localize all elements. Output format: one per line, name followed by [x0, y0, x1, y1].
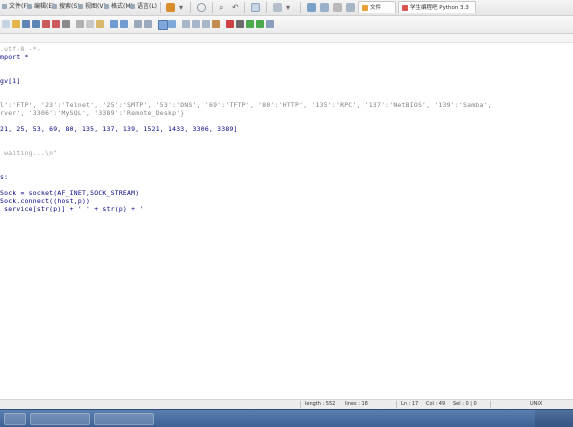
status-bar: length : 552 lines : 18 Ln : 17 Col : 49… [0, 399, 573, 409]
code-line: rver', '3306':'MySQL', '3389':'Remote_De… [0, 109, 185, 117]
code-line: s: [0, 173, 9, 181]
menu-file[interactable]: 文件(F) [2, 3, 29, 11]
editor-ruler [0, 34, 573, 43]
status-selection: Sel : 0 | 0 [453, 401, 477, 407]
print-icon[interactable] [62, 20, 70, 28]
tab-file[interactable]: 文件 [358, 1, 396, 13]
code-line: waiting...\n" [0, 149, 58, 157]
taskbar [0, 409, 573, 427]
undo-icon[interactable] [110, 20, 118, 28]
edit-icon [27, 4, 32, 9]
window-icon[interactable] [251, 3, 260, 12]
code-line: service[str(p)] + ' ' + str(p) + ' [0, 205, 144, 213]
nav-icon[interactable] [346, 3, 355, 12]
save-icon[interactable] [22, 20, 30, 28]
find-icon[interactable] [134, 20, 142, 28]
toolbar [0, 16, 573, 34]
menu-edit[interactable]: 编辑(E) [27, 3, 54, 11]
close-all-icon[interactable] [52, 20, 60, 28]
status-encoding: UNIX [530, 401, 543, 407]
undo-icon[interactable]: ↶ [232, 3, 239, 12]
format-icon [104, 4, 109, 9]
search-icon [52, 4, 57, 9]
file-icon [2, 4, 7, 9]
menu-separator [160, 2, 161, 13]
copy-icon[interactable] [86, 20, 94, 28]
status-divider [300, 401, 301, 408]
redo-icon[interactable] [120, 20, 128, 28]
settings-icon[interactable] [333, 3, 342, 12]
new-file-icon[interactable] [2, 20, 10, 28]
paste-icon[interactable] [96, 20, 104, 28]
add-icon[interactable] [307, 3, 316, 12]
code-line: Sock.connect((host,p)) [0, 197, 91, 205]
code-editor[interactable]: .utf-8 -*- mport * gv[1] l':'FTP', '23':'Te… [0, 34, 573, 399]
sync-scroll-icon[interactable] [182, 20, 190, 28]
code-line: mport * [0, 53, 29, 61]
code-line: .utf-8 -*- [0, 45, 41, 53]
folder-icon [362, 5, 368, 11]
close-icon[interactable] [42, 20, 50, 28]
open-folder-icon[interactable] [12, 20, 20, 28]
tab-python-course[interactable]: 学生编程吧 Python 3.3 [398, 1, 476, 13]
menu-separator [212, 2, 213, 13]
menu-separator [190, 2, 191, 13]
code-line: Sock = socket(AF_INET,SOCK_STREAM) [0, 189, 140, 197]
search-zoom-icon[interactable]: ⌕ [219, 3, 223, 12]
status-length: length : 552 [305, 401, 336, 407]
record-macro-icon[interactable] [226, 20, 234, 28]
wrap-icon[interactable] [192, 20, 200, 28]
menu-search[interactable]: 搜索(S) [52, 3, 80, 11]
code-line: l':'FTP', '23':'Telnet', '25':'SMTP', '5… [0, 101, 492, 109]
status-column: Col : 49 [426, 401, 446, 407]
tool-icon[interactable] [273, 3, 282, 12]
status-divider [490, 401, 491, 408]
menu-format[interactable]: 格式(M) [104, 3, 133, 11]
run-icon[interactable] [246, 20, 254, 28]
zoom-in-icon[interactable] [158, 20, 168, 30]
start-button[interactable] [4, 413, 26, 425]
system-tray[interactable] [535, 410, 573, 427]
save-all-icon[interactable] [32, 20, 40, 28]
menu-view[interactable]: 视图(V) [78, 3, 106, 11]
cut-icon[interactable] [76, 20, 84, 28]
menu-separator [266, 2, 267, 13]
notepad-window: 文件(F) 编辑(E) 搜索(S) 视图(V) 格式(M) 语言(L) ▾ ⌕ … [0, 0, 573, 427]
status-lines: lines : 18 [345, 401, 368, 407]
show-all-chars-icon[interactable] [202, 20, 210, 28]
run-multiple-icon[interactable] [256, 20, 264, 28]
replace-icon[interactable] [144, 20, 152, 28]
menu-separator [300, 2, 301, 13]
document-icon [402, 5, 408, 11]
refresh-icon[interactable] [197, 3, 206, 12]
menu-separator [244, 2, 245, 13]
menu-bar: 文件(F) 编辑(E) 搜索(S) 视图(V) 格式(M) 语言(L) ▾ ⌕ … [0, 0, 573, 16]
status-line-number: Ln : 17 [401, 401, 419, 407]
close-tab-icon[interactable] [320, 3, 329, 12]
view-icon [78, 4, 83, 9]
taskbar-app-button[interactable] [94, 413, 154, 425]
dropdown-arrow-icon[interactable]: ▾ [179, 3, 183, 12]
indent-guide-icon[interactable] [212, 20, 220, 28]
code-line: 21, 25, 53, 69, 80, 135, 137, 139, 1521,… [0, 125, 238, 133]
code-line: gv[1] [0, 77, 21, 85]
menu-language[interactable]: 语言(L) [130, 3, 157, 11]
save-macro-icon[interactable] [266, 20, 274, 28]
language-icon [130, 4, 135, 9]
taskbar-app-button[interactable] [30, 413, 90, 425]
zoom-out-icon[interactable] [168, 20, 176, 28]
dropdown-arrow-icon[interactable]: ▾ [286, 3, 290, 12]
stop-macro-icon[interactable] [236, 20, 244, 28]
status-divider [396, 401, 397, 408]
pause-icon[interactable] [166, 3, 175, 12]
